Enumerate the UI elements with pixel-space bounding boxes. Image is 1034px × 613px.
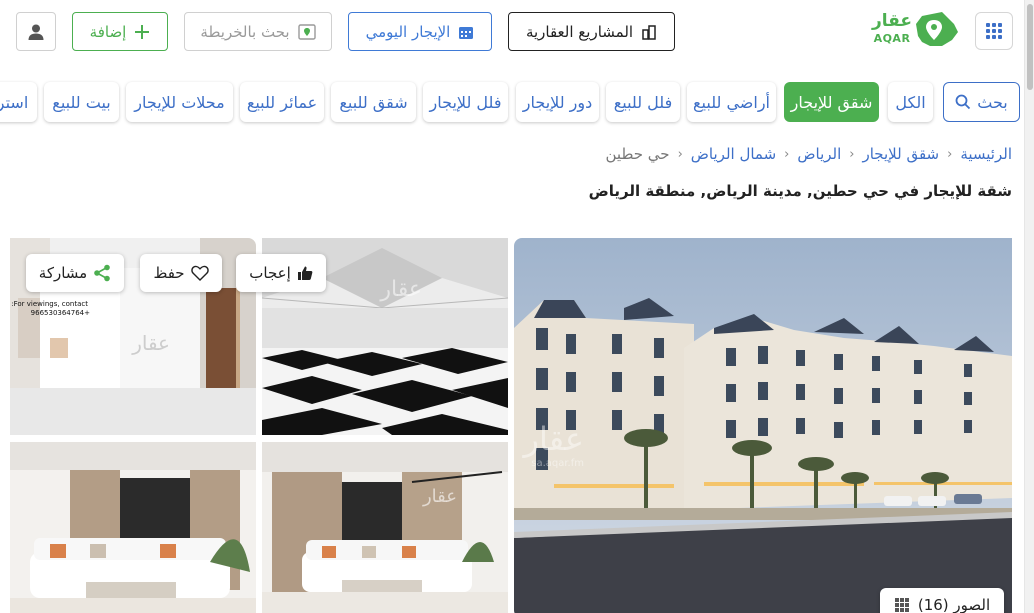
chip-label: شقق للبيع bbox=[339, 92, 408, 112]
save-button[interactable]: حفظ bbox=[140, 254, 222, 292]
chip-label: دور للإيجار bbox=[522, 92, 593, 112]
gallery-photo-living-room-b[interactable]: عقار bbox=[10, 442, 256, 613]
filter-chip-apartments-rent[interactable]: شقق للإيجار bbox=[784, 82, 879, 122]
real-estate-projects-button[interactable]: المشاريع العقارية bbox=[508, 12, 675, 51]
watermark-text: عقار bbox=[522, 420, 584, 458]
filter-chip-house-sale[interactable]: بيت للبيع bbox=[44, 82, 119, 122]
thumbs-up-icon bbox=[297, 266, 313, 280]
living-room-image: عقار bbox=[10, 442, 256, 613]
chip-label: استر bbox=[0, 92, 29, 112]
chevron-left-icon: ‹ bbox=[849, 146, 855, 162]
saudi-map-logo-icon bbox=[916, 12, 958, 46]
chevron-left-icon: ‹ bbox=[947, 146, 953, 162]
filter-chip-rest-houses[interactable]: استر bbox=[0, 82, 37, 122]
chip-label: عمائر للبيع bbox=[246, 92, 318, 112]
breadcrumb-north-riyadh[interactable]: شمال الرياض bbox=[691, 145, 776, 163]
filter-chip-villas-rent[interactable]: فلل للإيجار bbox=[423, 82, 508, 122]
chip-label: شقق للإيجار bbox=[790, 92, 873, 112]
chip-label: بيت للبيع bbox=[52, 92, 111, 112]
add-label: إضافة bbox=[89, 22, 127, 41]
breadcrumb-current: حي حطين bbox=[605, 145, 670, 163]
watermark-url: sa.aqar.fm bbox=[531, 458, 584, 469]
photo-count-button[interactable]: الصور (16) bbox=[880, 588, 1004, 613]
viewing-contact-line2: +966530364764 bbox=[31, 309, 90, 317]
chip-label: فلل للبيع bbox=[613, 92, 673, 112]
share-label: مشاركة bbox=[38, 264, 88, 282]
living-room-image: عقار bbox=[262, 442, 508, 613]
like-label: إعجاب bbox=[249, 264, 291, 282]
chip-label: الكل bbox=[895, 92, 926, 112]
chip-label: فلل للإيجار bbox=[429, 92, 502, 112]
grid-icon bbox=[894, 598, 909, 612]
grid-icon bbox=[986, 23, 1002, 39]
share-icon bbox=[94, 264, 111, 282]
filter-chip-land-sale[interactable]: أراضي للبيع bbox=[687, 82, 776, 122]
listing-title: شقة للإيجار في حي حطين, مدينة الرياض, من… bbox=[588, 182, 1012, 200]
breadcrumb-apartments-rent[interactable]: شقق للإيجار bbox=[862, 145, 939, 163]
add-listing-button[interactable]: إضافة bbox=[72, 12, 168, 51]
buildings-icon bbox=[642, 24, 656, 40]
logo-text-ar: عقار bbox=[871, 11, 913, 31]
chevron-left-icon: ‹ bbox=[784, 146, 790, 162]
search-icon bbox=[955, 94, 971, 110]
watermark-text: عقار bbox=[85, 560, 120, 581]
heart-icon bbox=[190, 265, 209, 281]
filter-chip-all[interactable]: الكل bbox=[888, 82, 933, 122]
logo-text-en: AQAR bbox=[873, 32, 911, 45]
viewing-contact-line1: For viewings, contact: bbox=[11, 300, 88, 308]
aqar-logo[interactable]: عقار AQAR bbox=[870, 10, 962, 50]
daily-rent-label: الإيجار اليومي bbox=[365, 22, 451, 41]
save-label: حفظ bbox=[153, 264, 185, 282]
category-filter-bar: بحث الكل شقق للإيجار أراضي للبيع فلل للب… bbox=[0, 80, 1024, 128]
scrollbar-thumb[interactable] bbox=[1027, 4, 1033, 90]
gallery-photo-living-room-a[interactable]: عقار bbox=[262, 442, 508, 613]
like-button[interactable]: إعجاب bbox=[236, 254, 326, 292]
map-search-label: بحث بالخريطة bbox=[200, 22, 290, 41]
chevron-left-icon: ‹ bbox=[677, 146, 683, 162]
chip-label: محلات للإيجار bbox=[134, 92, 225, 112]
site-header: عقار AQAR المشاريع العقارية الإيجار اليو… bbox=[0, 0, 1024, 64]
plus-icon bbox=[135, 24, 150, 39]
filter-search-button[interactable]: بحث bbox=[943, 82, 1020, 122]
calendar-icon bbox=[459, 26, 474, 39]
watermark-text: عقار bbox=[131, 331, 170, 355]
filter-search-label: بحث bbox=[977, 92, 1008, 112]
filter-chip-apartments-sale[interactable]: شقق للبيع bbox=[331, 82, 416, 122]
map-search-button[interactable]: بحث بالخريطة bbox=[184, 12, 332, 51]
breadcrumb-riyadh[interactable]: الرياض bbox=[797, 145, 841, 163]
share-button[interactable]: مشاركة bbox=[26, 254, 124, 292]
menu-grid-button[interactable] bbox=[975, 12, 1013, 50]
building-exterior-image: عقار sa.aqar.fm bbox=[514, 238, 1012, 613]
photo-count-label: الصور (16) bbox=[917, 596, 991, 613]
user-account-button[interactable] bbox=[16, 12, 56, 51]
filter-chip-buildings-sale[interactable]: عمائر للبيع bbox=[240, 82, 324, 122]
watermark-text: عقار bbox=[379, 277, 422, 302]
filter-chip-floors-rent[interactable]: دور للإيجار bbox=[516, 82, 599, 122]
page-scrollbar[interactable] bbox=[1024, 0, 1034, 613]
projects-label: المشاريع العقارية bbox=[525, 22, 634, 41]
main-photo[interactable]: عقار sa.aqar.fm bbox=[514, 238, 1012, 613]
chip-label: أراضي للبيع bbox=[693, 92, 770, 112]
filter-chip-villas-sale[interactable]: فلل للبيع bbox=[606, 82, 680, 122]
map-icon bbox=[297, 23, 316, 40]
daily-rent-button[interactable]: الإيجار اليومي bbox=[348, 12, 492, 51]
filter-chip-shops-rent[interactable]: محلات للإيجار bbox=[126, 82, 233, 122]
user-icon bbox=[28, 24, 44, 40]
breadcrumb-home[interactable]: الرئيسية bbox=[960, 145, 1012, 163]
watermark-text: عقار bbox=[422, 486, 457, 507]
breadcrumb: الرئيسية ‹ شقق للإيجار ‹ الرياض ‹ شمال ا… bbox=[0, 142, 1012, 166]
